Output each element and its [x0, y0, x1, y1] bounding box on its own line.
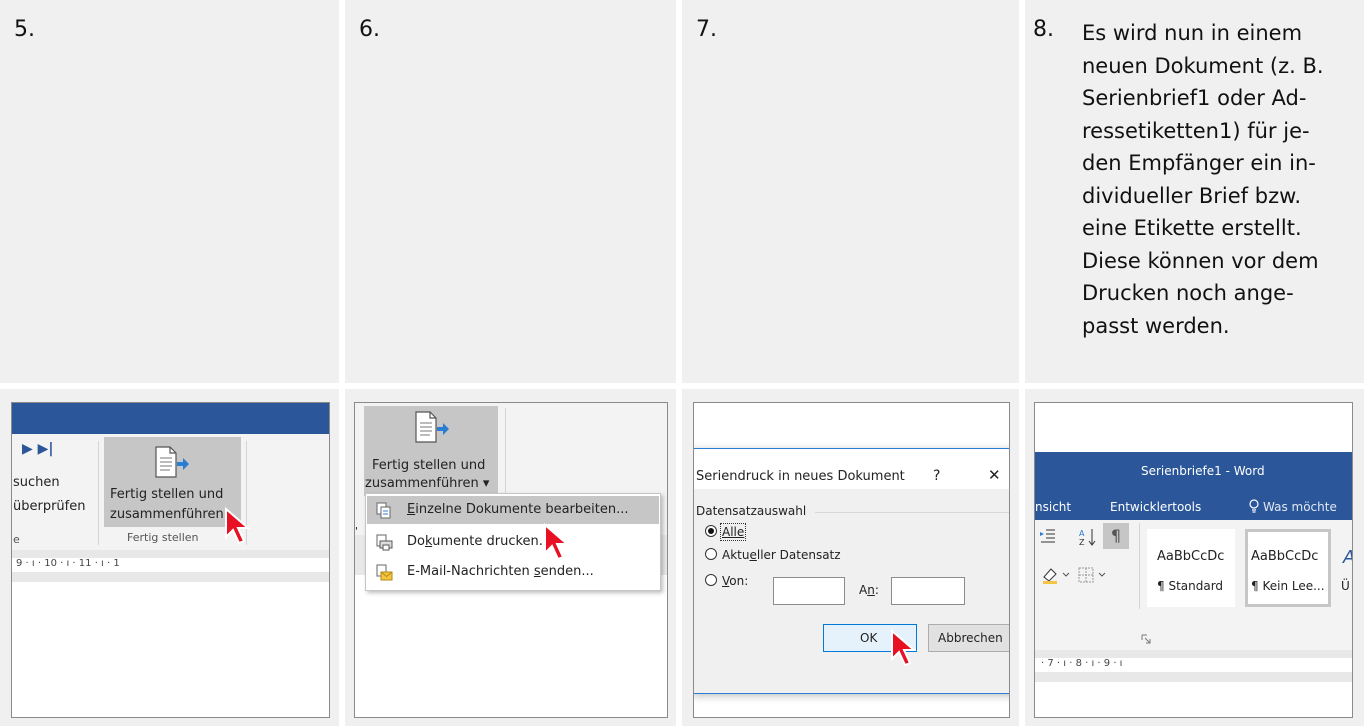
radio-all-indicator[interactable]: [705, 525, 717, 537]
svg-text:A: A: [1079, 529, 1085, 538]
step-7-cell: 7.: [682, 0, 1019, 383]
finish-merge-label-1: Fertig stellen und: [110, 487, 224, 502]
style-standard-preview: AaBbCcDc: [1157, 549, 1225, 564]
radio-from-indicator[interactable]: [705, 574, 717, 586]
email-icon: [376, 564, 393, 581]
find-recipient-label[interactable]: suchen: [13, 475, 60, 490]
finish-merge-icon: [155, 446, 189, 478]
pilcrow-button[interactable]: ¶: [1103, 523, 1129, 549]
step-5-number: 5.: [14, 17, 35, 42]
style-standard-name: ¶ Standard: [1157, 579, 1224, 593]
radio-from[interactable]: Von:: [705, 574, 748, 588]
borders-icon[interactable]: [1077, 565, 1111, 585]
documents-icon: [376, 502, 391, 519]
window-title: Serienbriefe1 - Word: [1141, 464, 1265, 478]
finish-merge-label-2: zusammenführen ▾: [365, 476, 490, 491]
lightbulb-icon: [1249, 499, 1259, 513]
title-bar: [12, 403, 329, 434]
tab-view[interactable]: nsicht: [1035, 500, 1071, 514]
step-8-description: Es wird nun in einem neuen Dokument (z. …: [1082, 21, 1324, 338]
ok-button-label: OK: [860, 631, 878, 645]
finish-merge-label-1: Fertig stellen und: [372, 458, 486, 473]
finish-merge-icon: [415, 411, 449, 443]
screenshot-step-7: Seriendruck in neues Dokument ? ✕ Datens…: [693, 402, 1010, 718]
check-errors-label[interactable]: überprüfen: [13, 499, 85, 514]
style-standard[interactable]: AaBbCcDc ¶ Standard: [1147, 529, 1235, 607]
section-rule: [815, 512, 1009, 513]
nav-arrows[interactable]: ▶ ▶|: [22, 441, 54, 457]
radio-current-indicator[interactable]: [705, 548, 717, 560]
dialog-titlebar: Seriendruck in neues Dokument ? ✕: [694, 449, 1009, 489]
radio-all[interactable]: Alle: [705, 523, 747, 541]
screenshot-step-8: Serienbriefe1 - Word nsicht Entwicklerto…: [1034, 402, 1353, 718]
close-icon[interactable]: ✕: [988, 466, 1001, 484]
finish-merge-button[interactable]: Fertig stellen und zusammenführen ▾: [364, 406, 498, 496]
tab-developer[interactable]: Entwicklertools: [1110, 500, 1201, 514]
section-label: Datensatzauswahl: [696, 504, 807, 518]
dropdown-menu: Einzelne Dokumente bearbeiten... Dokumen…: [365, 493, 661, 591]
screenshot-step-6: Fertig stellen und zusammenführen ▾ Einz…: [354, 402, 668, 718]
step-5-cell: 5.: [0, 0, 339, 383]
screenshot-step-5: ▶ ▶| suchen überprüfen e Fertig stellen …: [11, 402, 330, 718]
group-separator: [98, 441, 99, 545]
document-top: [1035, 403, 1352, 452]
help-button[interactable]: ?: [933, 468, 940, 484]
shading-icon[interactable]: [1041, 565, 1075, 585]
menu-item-label: Einzelne Dokumente bearbeiten...: [407, 502, 629, 517]
mouse-cursor-icon: [891, 629, 917, 667]
menu-item-label: Dokumente drucken...: [407, 534, 552, 549]
menu-item-print-documents[interactable]: Dokumente drucken...: [367, 528, 659, 556]
to-label: An:: [859, 583, 879, 597]
group-label-finish: Fertig stellen: [127, 531, 199, 544]
mouse-cursor-icon: [544, 523, 570, 561]
cancel-button[interactable]: Abbrechen: [928, 624, 1009, 652]
step-6-number: 6.: [359, 17, 380, 42]
mouse-cursor-icon: [225, 507, 251, 545]
style-heading-name[interactable]: Ü: [1341, 579, 1350, 593]
indent-icon[interactable]: [1039, 527, 1057, 545]
menu-item-label: E-Mail-Nachrichten senden...: [407, 564, 594, 579]
title-bar: Serienbriefe1 - Word nsicht Entwicklerto…: [1035, 452, 1352, 520]
sort-icon[interactable]: AZ: [1079, 527, 1097, 547]
tell-me-search[interactable]: Was möchte: [1248, 499, 1337, 514]
menu-item-send-email[interactable]: E-Mail-Nachrichten senden...: [367, 558, 659, 586]
cancel-button-label: Abbrechen: [938, 631, 1003, 645]
from-field[interactable]: [773, 577, 845, 605]
radio-current-record[interactable]: Aktueller Datensatz: [705, 548, 841, 562]
svg-text:Z: Z: [1079, 538, 1085, 547]
ruler: 9 · ı · 10 · ı · 11 · ı · 1: [12, 558, 329, 572]
menu-item-edit-documents[interactable]: Einzelne Dokumente bearbeiten...: [367, 496, 659, 524]
finish-merge-button[interactable]: Fertig stellen und zusammenführen: [104, 437, 241, 527]
merge-dialog: Seriendruck in neues Dokument ? ✕ Datens…: [694, 448, 1009, 694]
step-8-number: 8.: [1033, 17, 1054, 42]
dialog-launcher-icon[interactable]: [1141, 629, 1151, 644]
ribbon-separator: [1139, 523, 1140, 609]
dialog-title: Seriendruck in neues Dokument: [696, 469, 905, 484]
to-field[interactable]: [891, 577, 965, 605]
ruler: · 7 · ı · 8 · ı · 9 · ı: [1035, 658, 1352, 672]
style-no-spacing-name: ¶ Kein Lee...: [1251, 579, 1325, 593]
style-heading-preview[interactable]: A: [1343, 547, 1352, 568]
print-documents-icon: [376, 534, 393, 551]
group-label-partial: e: [13, 533, 20, 546]
style-no-spacing[interactable]: AaBbCcDc ¶ Kein Lee...: [1245, 529, 1331, 607]
style-no-spacing-preview: AaBbCcDc: [1251, 549, 1319, 564]
step-6-cell: 6.: [345, 0, 676, 383]
finish-merge-label-2: zusammenführen: [110, 507, 224, 522]
step-7-number: 7.: [696, 17, 717, 42]
